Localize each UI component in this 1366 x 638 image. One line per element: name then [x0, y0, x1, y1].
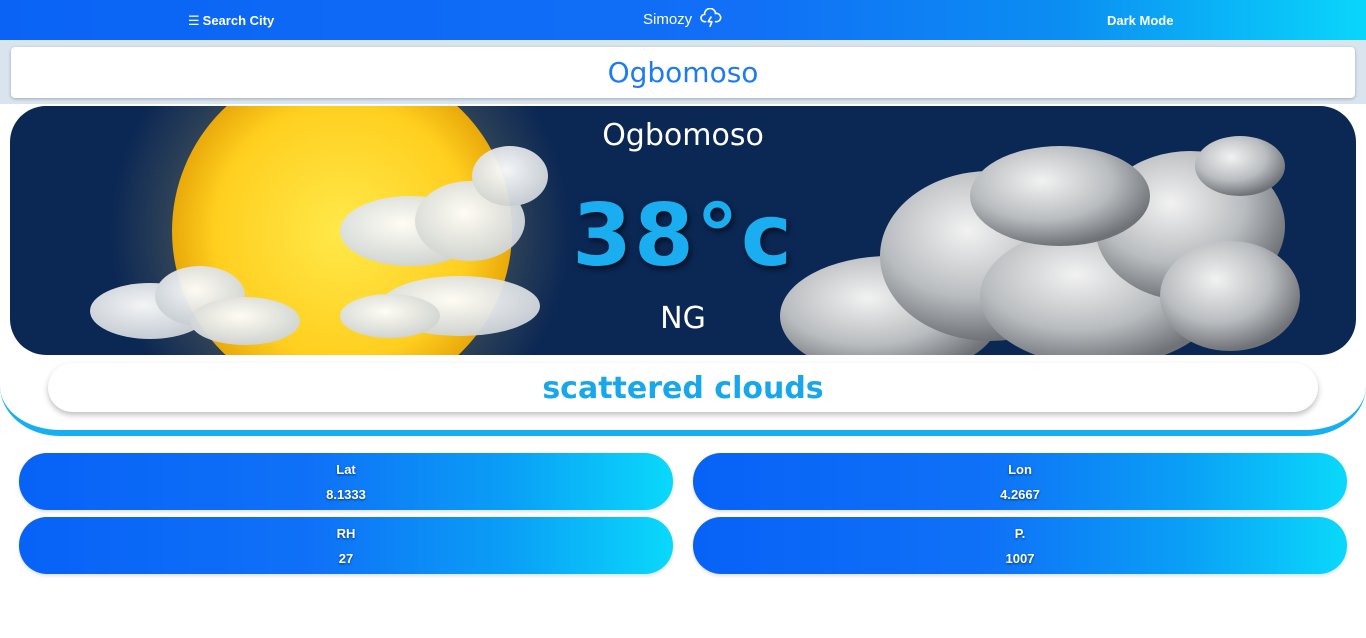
stat-label: Lat	[336, 462, 356, 477]
city-search-input[interactable]	[11, 47, 1355, 98]
stat-latitude: Lat 8.1333	[19, 453, 673, 510]
search-city-label: Search City	[202, 13, 275, 28]
stat-value: 27	[338, 551, 354, 566]
stat-label: Lon	[1008, 462, 1032, 477]
stat-value: 4.2667	[1000, 487, 1040, 502]
stat-humidity: RH 27	[19, 517, 673, 574]
stat-label: RH	[336, 526, 356, 541]
stat-pressure: P. 1007	[693, 517, 1347, 574]
weather-hero: Ogbomoso 38°c NG	[10, 106, 1356, 355]
brand-logo[interactable]: Simozy	[643, 0, 722, 40]
weather-description: scattered clouds	[48, 363, 1318, 412]
temperature-value: 38°c	[572, 186, 794, 286]
search-city-link[interactable]: ☰ Search City	[188, 0, 274, 40]
cloud-lightning-icon	[700, 7, 722, 27]
stat-label: P.	[1014, 526, 1026, 541]
top-navbar: ☰ Search City Simozy Dark Mode	[0, 0, 1366, 40]
stat-longitude: Lon 4.2667	[693, 453, 1347, 510]
dark-mode-toggle[interactable]: Dark Mode	[1107, 0, 1173, 40]
country-code: NG	[660, 301, 706, 336]
stat-value: 1007	[1005, 551, 1035, 566]
hamburger-icon: ☰	[188, 13, 200, 28]
brand-name: Simozy	[643, 11, 693, 28]
hero-city-name: Ogbomoso	[602, 118, 764, 153]
stat-value: 8.1333	[326, 487, 366, 502]
